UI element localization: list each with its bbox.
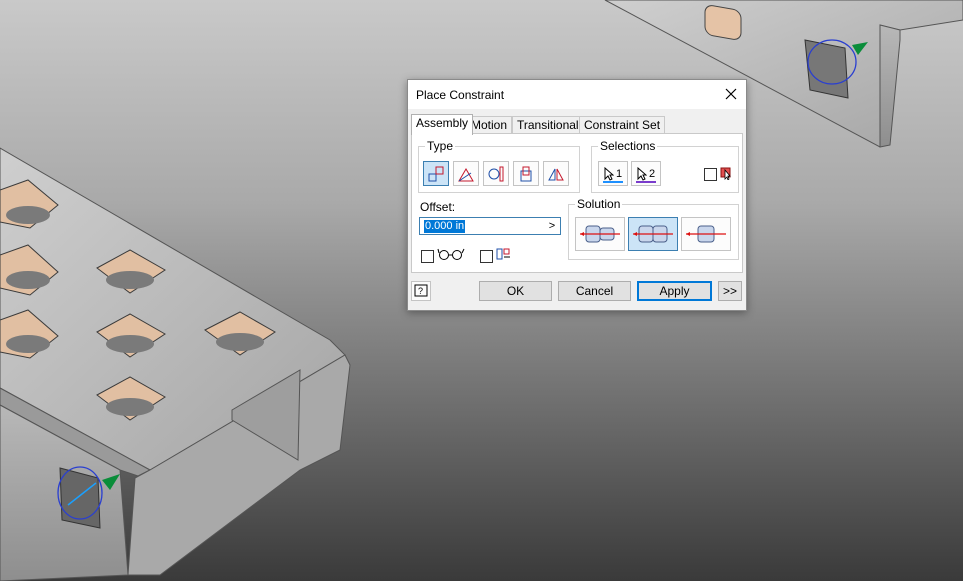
tab-assembly[interactable]: Assembly (411, 114, 474, 135)
insert-constraint-button[interactable] (513, 161, 539, 186)
svg-text:?: ? (418, 286, 423, 296)
help-button[interactable]: ? (411, 281, 431, 301)
glasses-icon (437, 248, 465, 260)
selection-1-indicator (603, 181, 623, 183)
flush-solution-icon (633, 225, 673, 243)
predict-offset-checkbox[interactable] (480, 250, 493, 263)
assembly-panel: Type Selections 1 2 Offset: 0.000 in > S… (411, 133, 743, 273)
offset-arrow-button[interactable]: > (544, 218, 560, 234)
angle-icon (458, 167, 474, 181)
flush-solution-button[interactable] (628, 217, 678, 251)
mate-icon (428, 166, 444, 181)
selection-2-indicator (636, 181, 656, 183)
offset-field[interactable]: 0.000 in > (419, 217, 561, 235)
angle-constraint-button[interactable] (453, 161, 479, 186)
mate-constraint-button[interactable] (423, 161, 449, 186)
insert-icon (520, 166, 532, 181)
cancel-button[interactable]: Cancel (558, 281, 631, 301)
tab-constraint-set[interactable]: Constraint Set (579, 116, 666, 134)
dialog-title: Place Constraint (416, 88, 505, 102)
place-constraint-dialog: Place Constraint Assembly Motion Transit… (407, 79, 747, 311)
selections-group: Selections 1 2 (591, 139, 739, 193)
close-icon (725, 88, 737, 100)
mate-solution-icon (580, 225, 620, 243)
selection-1-button[interactable]: 1 (598, 161, 628, 186)
tab-transitional[interactable]: Transitional (512, 116, 584, 134)
predict-offset-icon (496, 248, 510, 260)
solution-group-label: Solution (575, 197, 623, 211)
pointer-icon (604, 166, 614, 181)
selection-2-label: 2 (648, 167, 656, 180)
mate-solution-button[interactable] (575, 217, 625, 251)
selection-2-button[interactable]: 2 (631, 161, 661, 186)
ok-button[interactable]: OK (479, 281, 552, 301)
type-group-label: Type (425, 139, 456, 153)
tangent-constraint-button[interactable] (483, 161, 509, 186)
dialog-titlebar[interactable]: Place Constraint (408, 80, 746, 109)
selection-1-label: 1 (615, 167, 623, 180)
pick-part-first-icon (720, 167, 731, 180)
aligned-solution-button[interactable] (681, 217, 731, 251)
show-preview-checkbox[interactable] (421, 250, 434, 263)
type-group: Type (418, 139, 580, 193)
offset-label: Offset: (420, 200, 456, 214)
pointer-icon (637, 166, 647, 181)
apply-button[interactable]: Apply (637, 281, 712, 301)
selections-group-label: Selections (598, 139, 658, 153)
symmetry-icon (548, 168, 564, 180)
solution-group: Solution (568, 197, 739, 260)
help-icon: ? (414, 284, 428, 297)
close-button[interactable] (720, 83, 742, 105)
symmetry-constraint-button[interactable] (543, 161, 569, 186)
offset-value: 0.000 in (424, 220, 466, 233)
lower-part (0, 147, 351, 581)
more-button[interactable]: >> (718, 281, 742, 301)
aligned-solution-icon (686, 225, 726, 243)
tangent-icon (488, 166, 504, 181)
pick-part-first-checkbox[interactable] (704, 168, 717, 181)
